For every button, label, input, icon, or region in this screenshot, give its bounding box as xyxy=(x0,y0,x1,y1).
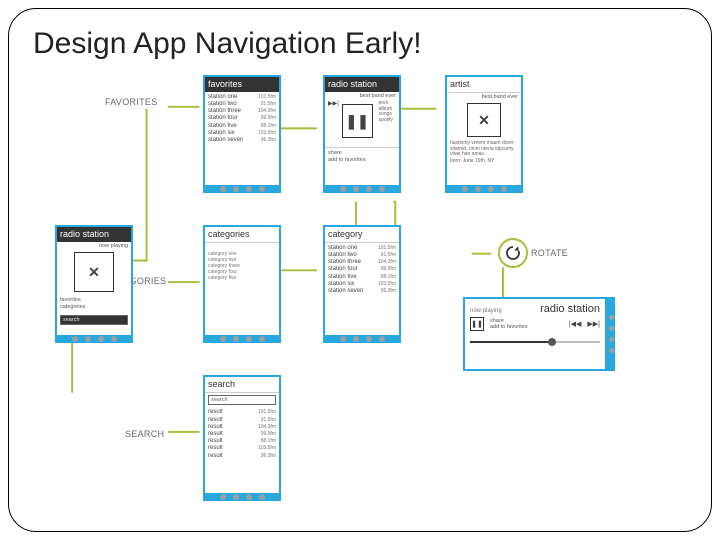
list-item: station five88.1fm xyxy=(208,123,276,130)
label-search: SEARCH xyxy=(125,429,164,439)
screen-categories[interactable]: categories category one category two cat… xyxy=(203,225,281,343)
list-item: result91.5fm xyxy=(208,417,276,424)
next-icon[interactable]: ▶▶| xyxy=(587,320,600,328)
screen-landscape-player[interactable]: now playing radio station ❚❚ share add t… xyxy=(463,297,615,371)
link-share[interactable]: share xyxy=(328,150,396,157)
nav-dots xyxy=(205,494,279,500)
close-icon[interactable]: ✕ xyxy=(467,103,501,137)
artist-bio: hastinmy vreem maum dorer sitamet, onim … xyxy=(447,140,521,159)
list-item: station six103.5fm xyxy=(208,130,276,137)
screen-category-header: category xyxy=(325,227,399,243)
list-item: station three104.3fm xyxy=(328,259,396,266)
pause-icon[interactable]: ❚❚ xyxy=(342,104,373,138)
list-item: result99.5fm xyxy=(208,431,276,438)
landscape-nowplaying: now playing xyxy=(470,308,502,314)
list-item: result104.3fm xyxy=(208,424,276,431)
list-item: station five88.1fm xyxy=(328,274,396,281)
screen-radio-sub: best band ever xyxy=(325,92,399,100)
link-add-favorite[interactable]: add to favorites xyxy=(328,157,396,164)
screen-artist-sub: best band ever xyxy=(447,93,521,101)
scrubber[interactable] xyxy=(470,341,600,343)
list-item: station one101.5fm xyxy=(328,245,396,252)
list-item: station two91.5fm xyxy=(208,101,276,108)
nav-dots xyxy=(205,336,279,342)
link-categories[interactable]: categories xyxy=(60,304,128,311)
refresh-icon xyxy=(504,244,522,262)
screen-now-playing[interactable]: radio station now playing ✕ favorites ca… xyxy=(55,225,133,343)
screen-favorites-header: favorites xyxy=(205,77,279,92)
list-item: result88.1fm xyxy=(208,438,276,445)
list-item: station six103.5fm xyxy=(328,281,396,288)
screen-categories-header: categories xyxy=(205,227,279,243)
list-item: station three104.3fm xyxy=(208,108,276,115)
screen-search[interactable]: search search result101.5fm result91.5fm… xyxy=(203,375,281,501)
nav-dots xyxy=(325,336,399,342)
nav-dots xyxy=(325,186,399,192)
screen-category[interactable]: category station one101.5fm station two9… xyxy=(323,225,401,343)
artist-bio2: born: June 19th, NY xyxy=(447,159,521,167)
list-item: station four99.5fm xyxy=(208,115,276,122)
screen-artist[interactable]: artist best band ever ✕ hastinmy vreem m… xyxy=(445,75,523,193)
list-item: result96.3fm xyxy=(208,453,276,460)
diagram-canvas: FAVORITES CATEGORIES SEARCH ROTATE favor… xyxy=(33,65,687,505)
list-item: result103.5fm xyxy=(208,445,276,452)
search-input[interactable]: search xyxy=(60,315,128,326)
screen-radio-header: radio station xyxy=(325,77,399,92)
list-item: station seven96.3fm xyxy=(328,288,396,295)
screen-artist-header: artist xyxy=(447,77,521,93)
slide-title: Design App Navigation Early! xyxy=(33,27,687,61)
pause-icon[interactable]: ❚❚ xyxy=(470,317,484,331)
list-item: station two91.5fm xyxy=(328,252,396,259)
screen-np-sub: now playing xyxy=(57,242,131,250)
nav-dots xyxy=(609,299,614,369)
prev-icon[interactable]: |◀◀ xyxy=(569,320,582,328)
label-favorites: FAVORITES xyxy=(105,97,158,107)
nav-dots xyxy=(447,186,521,192)
nav-dots xyxy=(205,186,279,192)
list-item: station seven96.3fm xyxy=(208,137,276,144)
screen-favorites-body: station one101.5fm station two91.5fm sta… xyxy=(205,92,279,148)
list-item: result101.5fm xyxy=(208,409,276,416)
link-favorites[interactable]: favorites xyxy=(60,297,128,304)
close-icon[interactable]: ✕ xyxy=(74,252,114,292)
list-item: station one101.5fm xyxy=(208,94,276,101)
screen-search-header: search xyxy=(205,377,279,393)
list-item: station four99.5fm xyxy=(328,266,396,273)
link-add-favorite[interactable]: add to favorites xyxy=(490,324,528,330)
screen-radio-station[interactable]: radio station best band ever ▶▶| ❚❚ prev… xyxy=(323,75,401,193)
landscape-name: radio station xyxy=(540,303,600,315)
search-input[interactable]: search xyxy=(208,395,276,406)
list-item: category five xyxy=(208,275,276,281)
nav-dots xyxy=(57,336,131,342)
slide-frame: Design App Navigation Early! xyxy=(8,8,712,532)
screen-favorites[interactable]: favorites station one101.5fm station two… xyxy=(203,75,281,193)
label-rotate: ROTATE xyxy=(531,248,568,258)
screen-np-header: radio station xyxy=(57,227,131,242)
rotate-icon xyxy=(498,238,528,268)
